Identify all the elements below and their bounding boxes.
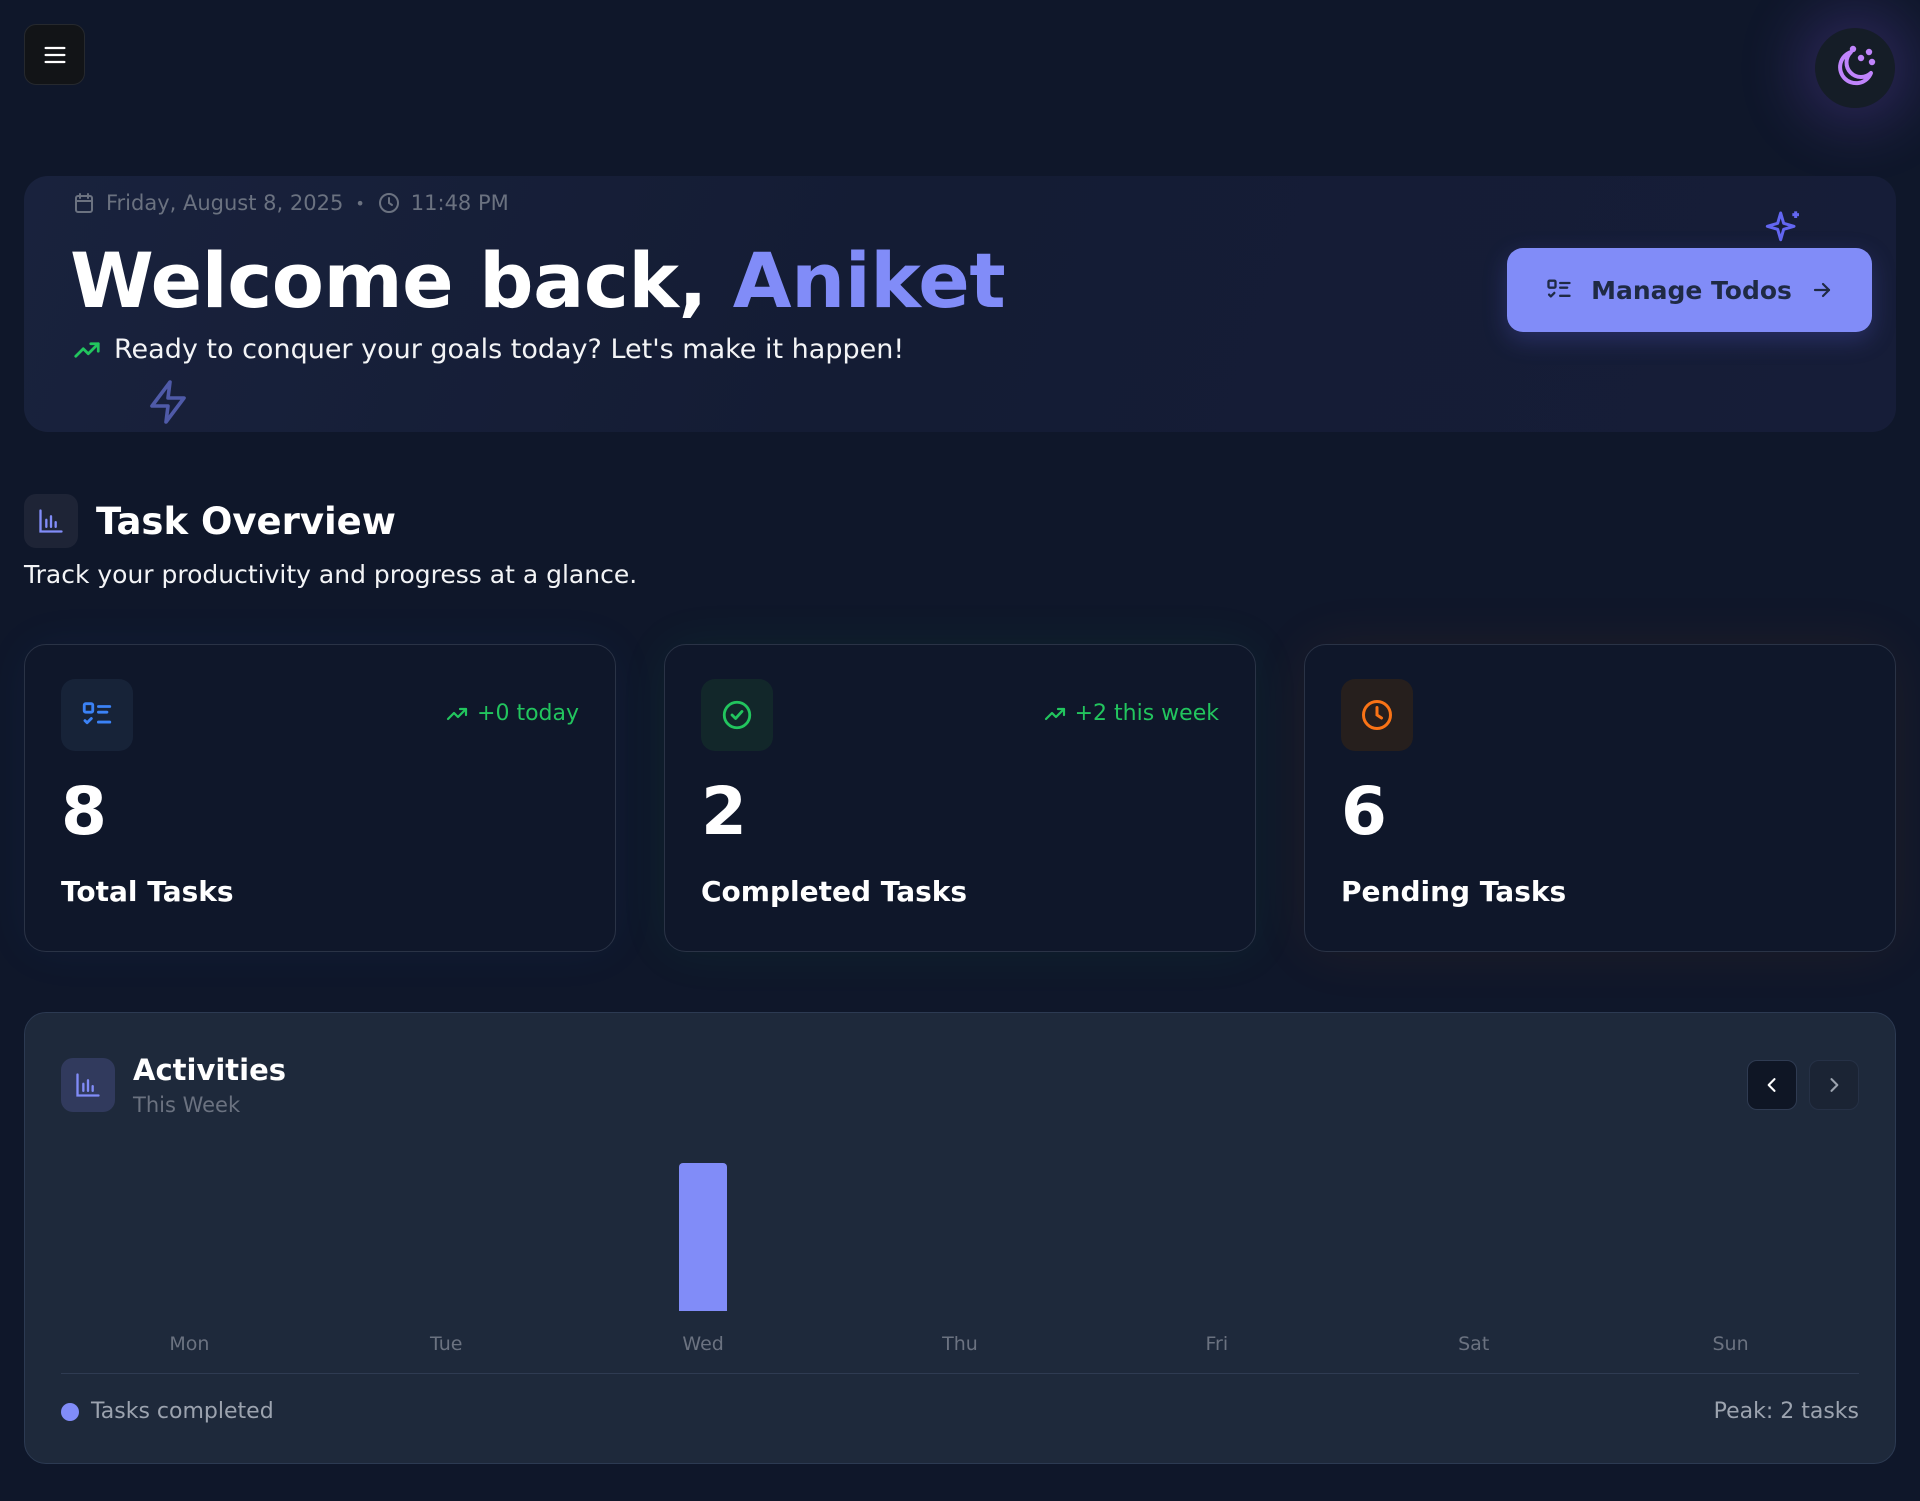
stat-trend: +2 this week [1043,701,1219,726]
stat-trend: +0 today [445,701,579,726]
user-name: Aniket [732,236,1006,325]
stat-value: 8 [61,773,107,850]
task-overview-title: Task Overview [96,499,396,543]
greeting-text: Welcome back, [70,236,733,325]
legend-swatch [61,1402,79,1421]
bar-chart-icon [39,509,63,533]
activities-title: Activities [133,1053,287,1087]
task-overview-header: Task Overview [24,494,396,548]
manage-todos-button[interactable]: Manage Todos [1507,248,1872,332]
chart-tick-sat: Sat [1458,1333,1490,1355]
current-date: Friday, August 8, 2025 [106,191,344,215]
stat-label: Pending Tasks [1341,875,1567,908]
meta-separator: • [355,193,365,213]
welcome-hero: Friday, August 8, 2025 • 11:48 PM Welcom… [24,176,1896,432]
stat-card-pending: 6 Pending Tasks [1304,644,1896,952]
chart-legend: Tasks completed [61,1399,274,1424]
lightning-icon [150,380,186,424]
stat-trend-text: +0 today [477,701,579,726]
trending-up-icon [74,341,100,358]
current-time: 11:48 PM [410,191,509,215]
overview-icon-box [24,494,78,548]
stat-icon-box [61,679,133,751]
previous-week-button[interactable] [1747,1060,1797,1110]
calendar-icon [75,193,93,213]
stat-trend-text: +2 this week [1074,701,1219,726]
welcome-subtitle: Ready to conquer your goals today? Let's… [72,334,904,365]
legend-label: Tasks completed [91,1399,274,1424]
manage-todos-label: Manage Todos [1591,275,1792,305]
stat-icon-box [1341,679,1413,751]
moon-stars-icon [1838,45,1876,86]
stat-card-completed: +2 this week 2 Completed Tasks [664,644,1256,952]
list-check-icon [82,702,112,725]
stat-value: 6 [1341,773,1387,850]
stat-label: Total Tasks [61,875,234,908]
clock-icon [1362,700,1392,730]
task-overview-subtitle: Track your productivity and progress at … [24,560,638,589]
peak-label: Peak: 2 tasks [1713,1399,1859,1424]
check-circle-icon [722,700,752,730]
hamburger-menu-icon [44,46,65,63]
stat-icon-box [701,679,773,751]
stat-card-total: +0 today 8 Total Tasks [24,644,616,952]
chart-divider [61,1373,1859,1374]
top-bar [0,0,1920,110]
chart-tick-fri: Fri [1205,1333,1229,1355]
trending-up-icon [446,707,468,720]
welcome-subtitle-text: Ready to conquer your goals today? Let's… [114,334,905,365]
chart-tick-sun: Sun [1712,1333,1749,1355]
chevron-left-icon [1767,1078,1776,1092]
chevron-right-icon [1830,1078,1839,1092]
arrow-right-icon [1813,282,1831,298]
sparkle-icon [1765,211,1799,242]
chart-tick-tue: Tue [430,1333,463,1355]
bar-chart-icon [76,1073,100,1097]
list-checks-icon [1547,279,1571,298]
chart-tick-thu: Thu [942,1333,978,1355]
theme-toggle-button[interactable] [1815,28,1895,108]
activities-bar-chart: Mon Tue Wed Thu Fri Sat Sun [61,1143,1859,1363]
chart-bar-wed [679,1163,728,1311]
activities-icon-box [61,1058,115,1112]
stat-value: 2 [701,773,747,850]
date-time-row: Friday, August 8, 2025 • 11:48 PM [72,188,509,218]
activities-period: This Week [133,1093,241,1117]
next-week-button[interactable] [1809,1060,1859,1110]
chart-tick-wed: Wed [682,1333,724,1355]
menu-button[interactable] [24,24,85,85]
clock-icon [378,193,399,213]
chart-tick-mon: Mon [169,1333,210,1355]
welcome-heading: Welcome back, Aniket [70,236,1006,325]
stat-label: Completed Tasks [701,875,968,908]
trending-up-icon [1044,707,1065,720]
activities-panel: Activities This Week Mon Tue Wed Thu Fri Sat S… [24,1012,1896,1464]
